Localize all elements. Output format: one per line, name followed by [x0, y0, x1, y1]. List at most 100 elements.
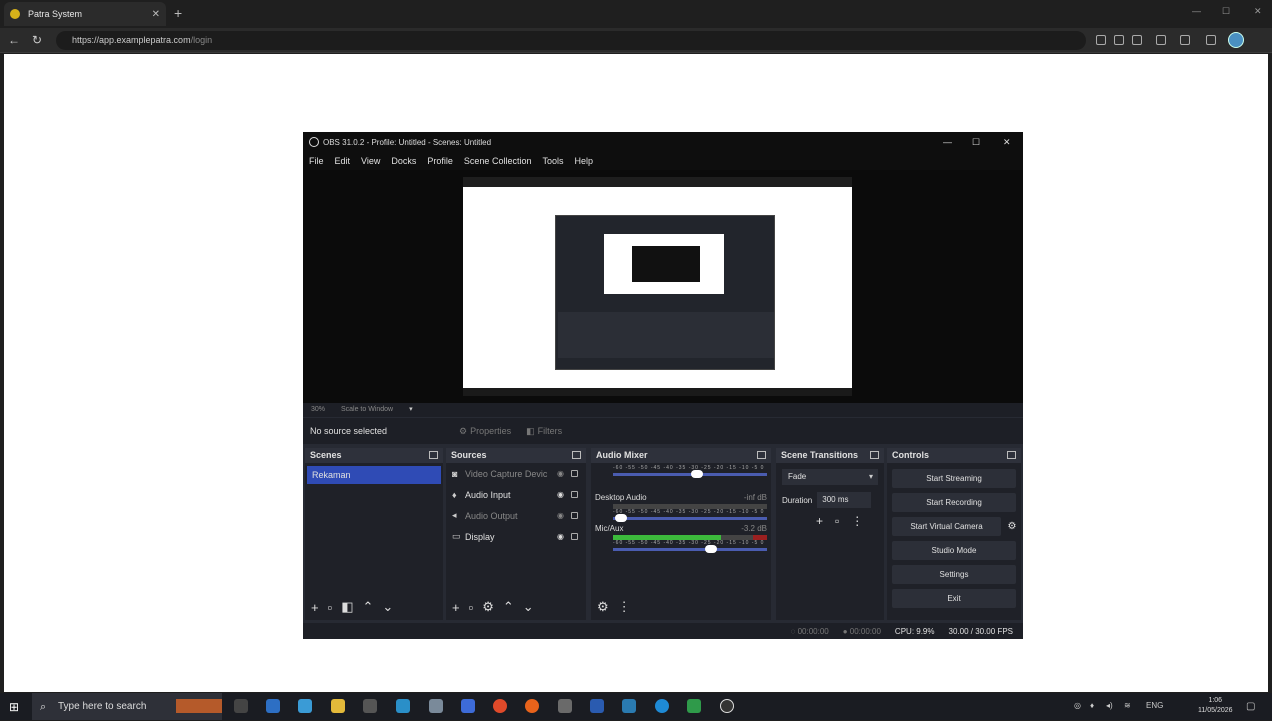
source-item[interactable]: ◙ Video Capture Devic ◉ [446, 463, 586, 484]
star-icon[interactable] [1132, 35, 1142, 45]
windows-start-icon[interactable]: ⊞ [9, 700, 19, 714]
close-window-icon[interactable]: ✕ [1254, 6, 1262, 17]
remove-transition-icon[interactable]: ▫ [835, 514, 839, 528]
eye-icon[interactable]: ◉ [557, 511, 564, 520]
popout-icon[interactable] [429, 451, 438, 459]
volume-knob[interactable] [705, 545, 717, 553]
menu-help[interactable]: Help [574, 156, 593, 166]
eye-icon[interactable]: ◉ [557, 469, 564, 478]
popout-icon[interactable] [757, 451, 766, 459]
duration-input[interactable]: 300 ms [817, 492, 872, 508]
read-mode-icon[interactable] [1114, 35, 1124, 45]
advanced-audio-icon[interactable]: ⚙ [597, 599, 609, 615]
eye-icon[interactable]: ◉ [557, 490, 564, 499]
move-up-icon[interactable]: ⌃ [363, 599, 374, 615]
lock-icon[interactable] [571, 512, 578, 519]
move-down-icon[interactable]: ⌄ [523, 599, 534, 615]
app-icon[interactable] [622, 699, 636, 713]
studio-mode-button[interactable]: Studio Mode [892, 541, 1016, 560]
menu-scene-collection[interactable]: Scene Collection [464, 156, 532, 166]
settings-app-icon[interactable] [234, 699, 248, 713]
add-transition-icon[interactable]: + [816, 514, 823, 528]
taskbar-clock[interactable]: 1:06 11/05/2026 [1198, 696, 1233, 716]
zoom-dropdown-icon[interactable]: ▾ [409, 406, 413, 413]
popout-icon[interactable] [1007, 451, 1016, 459]
scene-item-rekaman[interactable]: Rekaman [307, 466, 441, 484]
menu-profile[interactable]: Profile [427, 156, 453, 166]
volume-slider[interactable] [613, 514, 767, 522]
start-virtual-camera-button[interactable]: Start Virtual Camera [892, 517, 1001, 536]
obs-taskbar-icon[interactable] [720, 699, 734, 713]
start-recording-button[interactable]: Start Recording [892, 493, 1016, 512]
preview-canvas[interactable] [303, 170, 1023, 403]
history-icon[interactable] [1206, 35, 1216, 45]
close-tab-icon[interactable]: ✕ [152, 9, 160, 20]
volume-knob[interactable] [691, 470, 703, 478]
volume-slider[interactable] [613, 545, 767, 553]
obs-minimize-icon[interactable]: — [943, 137, 952, 147]
chrome-icon[interactable] [493, 699, 507, 713]
popout-icon[interactable] [870, 451, 879, 459]
source-item[interactable]: ♦ Audio Input ◉ [446, 484, 586, 505]
key-icon[interactable] [1096, 35, 1106, 45]
source-item[interactable]: ▭ Display ◉ [446, 526, 586, 547]
profile-avatar[interactable] [1228, 32, 1244, 48]
file-explorer-icon[interactable] [331, 699, 345, 713]
volume-icon[interactable]: ◂) [1106, 701, 1113, 710]
lock-icon[interactable] [571, 491, 578, 498]
app-icon[interactable] [429, 699, 443, 713]
source-properties-icon[interactable]: ⚙ [482, 599, 494, 615]
app-icon[interactable] [461, 699, 475, 713]
settings-button[interactable]: Settings [892, 565, 1016, 584]
tray-lang[interactable]: ENG [1146, 701, 1163, 710]
app-icon[interactable] [298, 699, 312, 713]
mic-icon[interactable]: ♦ [1090, 701, 1094, 710]
excel-icon[interactable] [687, 699, 701, 713]
extensions-icon[interactable] [1156, 35, 1166, 45]
maximize-icon[interactable]: ☐ [1222, 6, 1230, 17]
popout-icon[interactable] [572, 451, 581, 459]
lock-icon[interactable] [571, 533, 578, 540]
transition-select[interactable]: Fade [782, 469, 878, 485]
remove-scene-icon[interactable]: ▫ [328, 600, 333, 615]
address-bar[interactable]: https://app.examplepatra.com/login [56, 31, 1086, 50]
add-scene-icon[interactable]: + [311, 600, 319, 615]
app-icon[interactable] [558, 699, 572, 713]
browser-tab[interactable]: Patra System ✕ [4, 2, 166, 26]
filters-button[interactable]: ◧ Filters [520, 422, 568, 441]
add-source-icon[interactable]: + [452, 600, 460, 615]
volume-slider[interactable] [613, 470, 767, 478]
wifi-icon[interactable]: ≋ [1124, 701, 1131, 710]
move-up-icon[interactable]: ⌃ [503, 599, 514, 615]
transition-menu-icon[interactable]: ⋮ [851, 514, 863, 528]
exit-button[interactable]: Exit [892, 589, 1016, 608]
properties-button[interactable]: ⚙ Properties [453, 422, 517, 441]
obs-close-icon[interactable]: ✕ [1003, 137, 1011, 148]
network-icon[interactable]: ◎ [1074, 701, 1081, 710]
menu-view[interactable]: View [361, 156, 380, 166]
virtual-camera-settings-icon[interactable]: ⚙ [1003, 521, 1021, 532]
menu-file[interactable]: File [309, 156, 324, 166]
lock-icon[interactable] [571, 470, 578, 477]
scene-filters-icon[interactable]: ◧ [341, 599, 353, 615]
refresh-icon[interactable]: ↻ [32, 33, 42, 47]
menu-docks[interactable]: Docks [391, 156, 416, 166]
remove-source-icon[interactable]: ▫ [469, 600, 474, 615]
source-item[interactable]: ◂ Audio Output ◉ [446, 505, 586, 526]
back-icon[interactable]: ← [8, 33, 20, 47]
menu-tools[interactable]: Tools [542, 156, 563, 166]
eye-icon[interactable]: ◉ [557, 532, 564, 541]
app-icon[interactable] [396, 699, 410, 713]
mixer-menu-icon[interactable]: ⋮ [618, 599, 631, 615]
menu-edit[interactable]: Edit [335, 156, 351, 166]
terminal-icon[interactable] [363, 699, 377, 713]
new-tab-button[interactable]: + [174, 5, 182, 21]
edge-icon[interactable] [655, 699, 669, 713]
obs-maximize-icon[interactable]: ☐ [972, 137, 980, 148]
move-down-icon[interactable]: ⌄ [382, 599, 393, 615]
minimize-icon[interactable]: — [1192, 6, 1201, 16]
app-icon[interactable] [266, 699, 280, 713]
notifications-icon[interactable]: ▢ [1246, 701, 1255, 712]
start-streaming-button[interactable]: Start Streaming [892, 469, 1016, 488]
sync-icon[interactable] [1180, 35, 1190, 45]
